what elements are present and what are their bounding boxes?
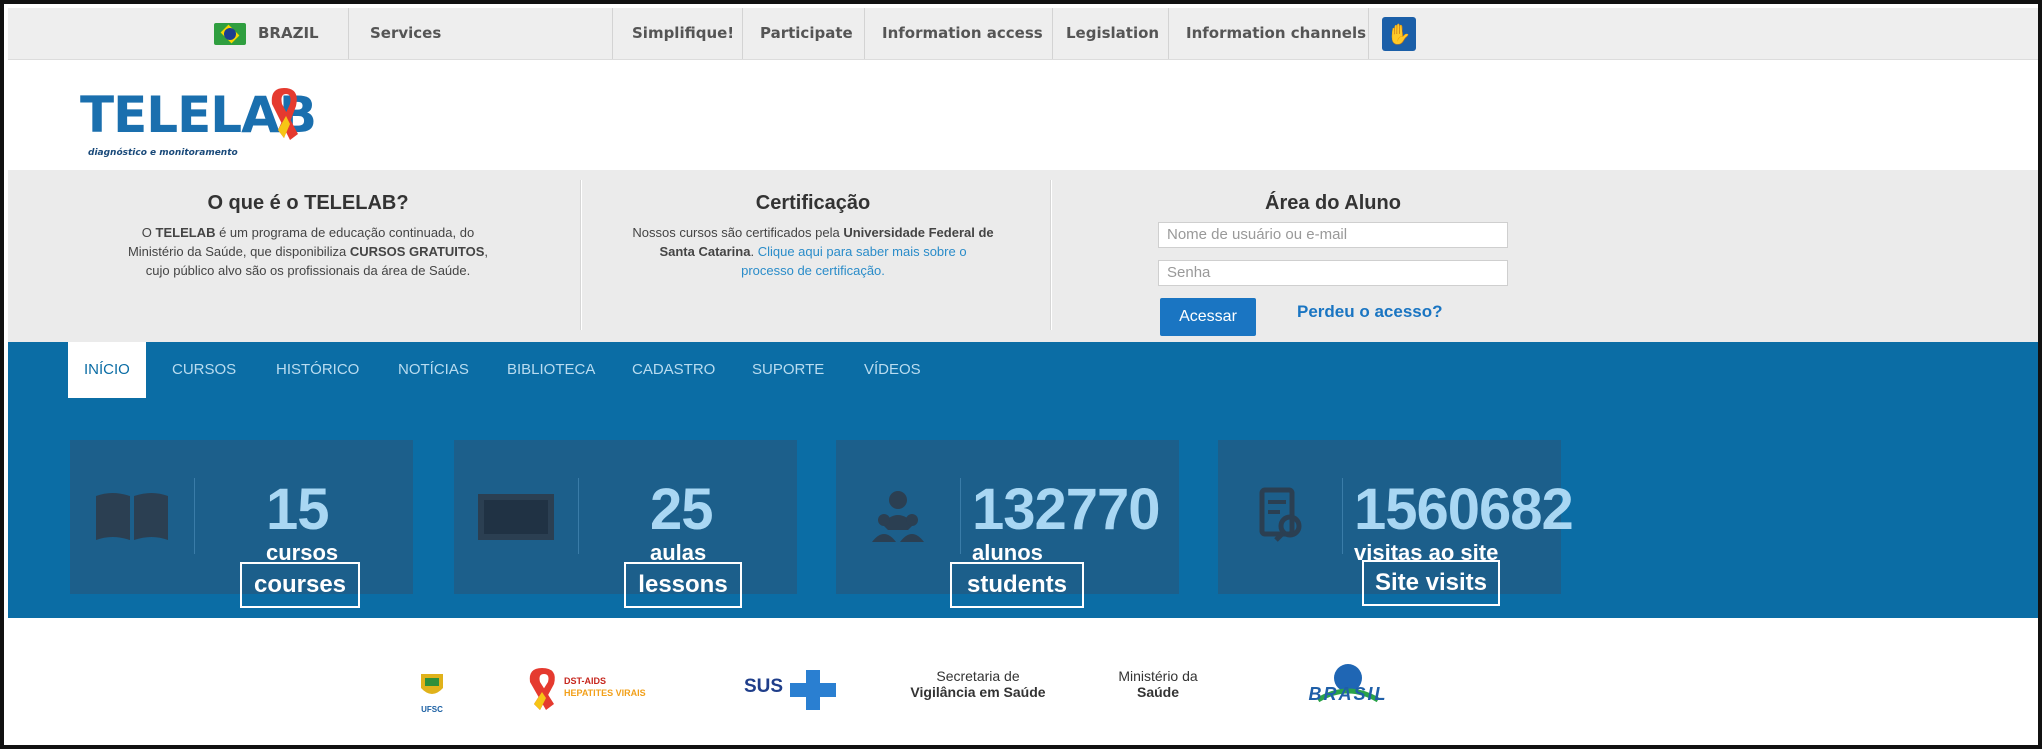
- certification-link[interactable]: processo de certificação.: [741, 263, 885, 278]
- svs-logo-line2: Vigilância em Saúde: [910, 684, 1046, 700]
- certification-title: Certificação: [755, 192, 871, 214]
- stat-divider: [960, 478, 961, 554]
- main-nav: INÍCIO CURSOS HISTÓRICO NOTÍCIAS BIBLIOT…: [8, 342, 2038, 398]
- info-band: O que é o TELELAB? O TELELAB é um progra…: [8, 170, 2038, 342]
- gov-link-simplifique[interactable]: Simplifique!: [632, 8, 734, 59]
- certification-link[interactable]: Clique aqui para saber mais sobre o: [758, 244, 967, 259]
- page-frame: BRAZIL Services Simplifique! Participate…: [0, 0, 2042, 749]
- logo-subtitle: diagnóstico e monitoramento: [88, 148, 238, 158]
- about-text-bold: TELELAB: [155, 225, 216, 240]
- sus-logo-text: SUS: [744, 676, 784, 697]
- stat-value: 1560682: [1354, 477, 1574, 542]
- nav-item-videos[interactable]: VÍDEOS: [864, 342, 921, 398]
- gov-divider: [742, 8, 743, 59]
- students-icon: [858, 484, 938, 548]
- about-text-part: cujo público alvo são os profissionais d…: [145, 263, 471, 278]
- accessibility-icon[interactable]: ✋: [1382, 17, 1416, 51]
- nav-item-inicio[interactable]: INÍCIO: [68, 342, 146, 398]
- stat-divider: [1342, 478, 1343, 554]
- document-search-icon: [1240, 484, 1320, 548]
- partner-logos: UFSC DST-AIDS HEPATITES VIRAIS SUS Secre…: [8, 618, 2038, 745]
- gov-divider: [1368, 8, 1369, 59]
- ribbon-icon: [271, 88, 298, 140]
- gov-link-participate[interactable]: Participate: [760, 8, 853, 59]
- lost-access-link[interactable]: Perdeu o acesso?: [1297, 302, 1443, 322]
- nav-item-cadastro[interactable]: CADASTRO: [632, 342, 715, 398]
- about-text-bold: CURSOS GRATUITOS: [349, 244, 485, 259]
- stat-value: 15: [266, 477, 330, 542]
- about-text-part: ,: [484, 244, 489, 259]
- cert-text-bold: Universidade Federal de: [843, 225, 994, 240]
- hepatites-text: HEPATITES VIRAIS: [564, 688, 646, 698]
- about-text-part: Ministério da Saúde, que disponibiliza: [127, 244, 350, 259]
- monitor-icon: [476, 484, 556, 548]
- nav-item-biblioteca[interactable]: BIBLIOTECA: [507, 342, 595, 398]
- password-input[interactable]: Senha: [1158, 260, 1508, 286]
- book-icon: [92, 484, 172, 548]
- svs-logo[interactable]: Secretaria de Vigilância em Saúde: [888, 668, 1068, 700]
- ufsc-logo[interactable]: UFSC: [412, 670, 452, 714]
- brazil-flag-icon: [214, 23, 246, 45]
- stats-band: 15 cursos 25 aulas 132770 alunos 1560682: [8, 398, 2038, 618]
- ribbon-icon: [529, 668, 555, 710]
- stat-value: 25: [650, 477, 714, 542]
- nav-item-cursos[interactable]: CURSOS: [172, 342, 236, 398]
- brasil-logo[interactable]: BRASIL: [1288, 662, 1408, 708]
- stat-divider: [578, 478, 579, 554]
- gov-divider: [348, 8, 349, 59]
- nav-item-noticias[interactable]: NOTÍCIAS: [398, 342, 469, 398]
- ufsc-logo-text: UFSC: [421, 705, 443, 714]
- about-text-part: é um programa de educação continuada, do: [215, 225, 475, 240]
- ministerio-logo-line1: Ministério da: [1118, 668, 1198, 684]
- nav-item-suporte[interactable]: SUPORTE: [752, 342, 824, 398]
- brasil-logo-text: BRASIL: [1308, 684, 1388, 704]
- gov-divider: [1052, 8, 1053, 59]
- translation-tag-site-visits: Site visits: [1362, 560, 1500, 606]
- gov-divider: [864, 8, 865, 59]
- country-link[interactable]: BRAZIL: [258, 8, 319, 59]
- site-header: TELELAB diagnóstico e monitoramento: [8, 60, 2038, 170]
- gov-divider: [1168, 8, 1169, 59]
- cert-text-part: Nossos cursos são certificados pela: [632, 225, 844, 240]
- translation-tag-students: students: [950, 562, 1084, 608]
- stat-divider: [194, 478, 195, 554]
- ministerio-logo-line2: Saúde: [1136, 684, 1179, 700]
- translation-tag-lessons: lessons: [624, 562, 742, 608]
- svs-logo-line1: Secretaria de: [936, 668, 1020, 684]
- gov-link-information-access[interactable]: Information access: [882, 8, 1043, 59]
- about-title: O que é o TELELAB?: [207, 192, 409, 214]
- gov-divider: [612, 8, 613, 59]
- gov-bar: BRAZIL Services Simplifique! Participate…: [8, 8, 2038, 60]
- about-text-part: O: [141, 225, 156, 240]
- about-text: O TELELAB é um programa de educação cont…: [78, 223, 538, 280]
- ministerio-logo[interactable]: Ministério da Saúde: [1098, 668, 1218, 700]
- nav-item-historico[interactable]: HISTÓRICO: [276, 342, 359, 398]
- certification-text: Nossos cursos são certificados pela Univ…: [588, 223, 1038, 280]
- ufsc-crest-icon: [421, 674, 443, 694]
- about-section: O que é o TELELAB? O TELELAB é um progra…: [78, 170, 538, 330]
- username-input[interactable]: Nome de usuário ou e-mail: [1158, 222, 1508, 248]
- gov-link-legislation[interactable]: Legislation: [1066, 8, 1159, 59]
- stat-value: 132770: [972, 477, 1161, 542]
- translation-tag-courses: courses: [240, 562, 360, 608]
- gov-link-services[interactable]: Services: [370, 8, 441, 59]
- cert-text-bold: Santa Catarina: [659, 244, 751, 259]
- sus-cross-icon: [790, 670, 836, 710]
- certification-section: Certificação Nossos cursos são certifica…: [588, 170, 1038, 330]
- gov-link-information-channels[interactable]: Information channels: [1186, 8, 1366, 59]
- dst-aids-text: DST-AIDS: [564, 676, 607, 686]
- login-button[interactable]: Acessar: [1160, 298, 1256, 336]
- student-area-title: Área do Aluno: [1265, 192, 1401, 214]
- info-divider: [1050, 180, 1052, 330]
- cert-text-part: .: [750, 244, 758, 259]
- info-divider: [580, 180, 582, 330]
